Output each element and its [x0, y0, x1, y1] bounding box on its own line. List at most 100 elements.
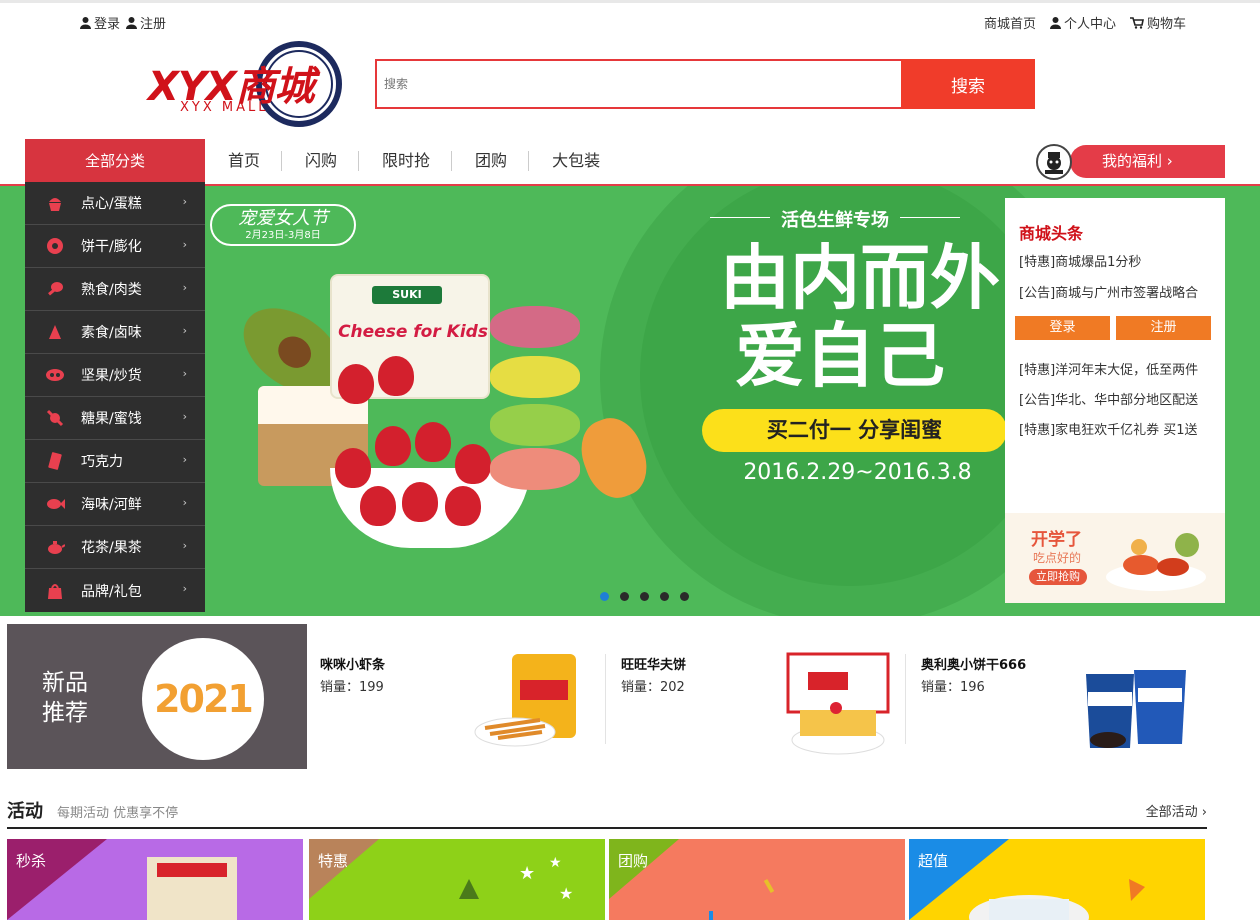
category-item[interactable]: 花茶/果茶 › [25, 526, 205, 569]
news-item[interactable]: [特惠]洋河年末大促，低至两件 [1019, 359, 1215, 378]
banner-title-line1: 由内而外 [720, 237, 1000, 319]
carousel-dot-5[interactable] [680, 592, 689, 601]
banner-promo: 买二付一 分享闺蜜 [702, 409, 1007, 452]
user-icon [80, 16, 91, 29]
category-label: 素食/卤味 [81, 325, 142, 341]
tile-label: 超值 [918, 852, 949, 870]
svg-text:★: ★ [559, 884, 573, 903]
tile-corner-shape [909, 839, 1145, 920]
carousel-dot-2[interactable] [620, 592, 629, 601]
category-item[interactable]: 品牌/礼包 › [25, 569, 205, 612]
festival-badge: 宠爱女人节 2月23日-3月8日 [210, 204, 356, 246]
shrimp-snack-image [474, 654, 576, 747]
news-item[interactable]: [特惠]家电狂欢千亿礼券 买1送 [1019, 419, 1215, 438]
all-activities-link[interactable]: 全部活动 › [1146, 801, 1207, 820]
all-categories-button[interactable]: 全部分类 [25, 139, 205, 186]
category-item[interactable]: 巧克力 › [25, 440, 205, 483]
chevron-right-icon: › [182, 195, 187, 208]
welfare-label: 我的福利 › [1070, 145, 1225, 178]
oreo-cups-image [1086, 670, 1186, 748]
chevron-right-icon: › [182, 453, 187, 466]
my-welfare-button[interactable]: 我的福利 › [1036, 144, 1225, 180]
tile-corner-shape [7, 839, 237, 920]
news-register-button[interactable]: 注册 [1116, 316, 1211, 340]
nav-flash-sale[interactable]: 闪购 [282, 151, 360, 171]
candy-icon [45, 408, 65, 428]
mall-home-link[interactable]: 商城首页 [984, 13, 1036, 32]
login-label: 登录 [94, 17, 121, 32]
ad-title: 开学了 [1031, 530, 1082, 550]
site-logo[interactable]: XYX商城 XYX MALL [146, 40, 346, 130]
category-item[interactable]: 点心/蛋糕 › [25, 182, 205, 225]
tile-corner-shape [609, 839, 775, 920]
register-link[interactable]: 注册 [126, 13, 166, 32]
activity-tile-super-value[interactable]: 超值 [909, 839, 1205, 920]
category-item[interactable]: 坚果/炒货 › [25, 354, 205, 397]
tile-label: 团购 [618, 852, 649, 870]
new-year-number: 2021 [154, 677, 254, 721]
banner-title-line2: 爱自己 [735, 315, 945, 397]
cart-link[interactable]: 购物车 [1129, 13, 1186, 32]
category-item[interactable]: 饼干/膨化 › [25, 225, 205, 268]
category-label: 品牌/礼包 [81, 583, 142, 600]
nav-home[interactable]: 首页 [205, 151, 283, 171]
chevron-right-icon: › [182, 281, 187, 294]
carousel-dot-4[interactable] [660, 592, 669, 601]
activity-tile-flash-sale[interactable]: 秒杀 [7, 839, 303, 920]
account-links: 登录 注册 [80, 13, 166, 32]
product-card[interactable]: 咪咪小虾条 销量：199 [320, 654, 610, 747]
nav-group-buy[interactable]: 团购 [452, 151, 530, 171]
news-item[interactable]: [公告]华北、华中部分地区配送 [1019, 389, 1215, 408]
top-bar: 登录 注册 商城首页 个人中心 购物车 [0, 0, 1260, 40]
activity-tile-special-offer[interactable]: ★ ★ ★ 特惠 [309, 839, 605, 920]
teapot-icon [45, 537, 65, 557]
product-name: 旺旺华夫饼 [621, 658, 687, 673]
main-nav-bar: 全部分类 首页 闪购 限时抢 团购 大包装 我的福利 › [0, 139, 1260, 186]
fish-icon [45, 494, 65, 514]
gift-bag-icon [45, 581, 65, 601]
chevron-right-icon: › [182, 238, 187, 251]
category-item[interactable]: 糖果/蜜饯 › [25, 397, 205, 440]
news-item[interactable]: [特惠]商城爆品1分秒 [1019, 251, 1215, 270]
chocolate-icon [45, 451, 65, 471]
banner-subtitle: 活色生鲜专场 [710, 206, 960, 232]
login-link[interactable]: 登录 [80, 13, 120, 32]
product-name: 奥利奥小饼干666 [921, 658, 1027, 673]
user-icon [126, 16, 138, 29]
product-sales: 销量：199 [320, 680, 384, 695]
tile-label: 特惠 [318, 852, 349, 870]
new-products-banner[interactable]: 新品 推荐 2021 [7, 624, 307, 769]
category-item[interactable]: 熟食/肉类 › [25, 268, 205, 311]
category-item[interactable]: 素食/卤味 › [25, 311, 205, 354]
logo-subtext: XYX MALL [180, 100, 269, 115]
ad-buy-button[interactable]: 立即抢购 [1029, 569, 1087, 585]
cart-icon [1129, 16, 1144, 29]
nav-limited-time[interactable]: 限时抢 [359, 151, 453, 171]
search-button[interactable]: 搜索 [901, 59, 1035, 109]
activity-tile-group-buy[interactable]: 团购 [609, 839, 905, 920]
category-item[interactable]: 海味/河鲜 › [25, 483, 205, 526]
search-input[interactable] [375, 59, 903, 109]
activities-header: 活动 每期活动 优惠享不停 全部活动 › [7, 797, 1207, 829]
carousel-dots [600, 592, 689, 601]
news-title: 商城头条 [1019, 224, 1084, 243]
profile-label: 个人中心 [1063, 17, 1116, 32]
school-season-ad[interactable]: 开学了 吃点好的 立即抢购 [1005, 513, 1225, 603]
news-item[interactable]: [公告]商城与广州市签署战略合 [1019, 282, 1215, 301]
seafood-platter-icon [1106, 533, 1206, 591]
chevron-right-icon: › [182, 410, 187, 423]
product-card[interactable]: 奥利奥小饼干666 销量：196 [905, 654, 1195, 748]
chevron-right-icon: › [182, 539, 187, 552]
carousel-dot-1[interactable] [600, 592, 609, 601]
mall-news-panel: 商城头条 [特惠]商城爆品1分秒 [公告]商城与广州市签署战略合 登录 注册 [… [1005, 198, 1225, 603]
carousel-dot-3[interactable] [640, 592, 649, 601]
product-name: 咪咪小虾条 [320, 658, 386, 673]
product-sales: 销量：202 [621, 680, 685, 695]
register-label: 注册 [140, 17, 167, 32]
product-card[interactable]: 旺旺华夫饼 销量：202 [605, 652, 895, 755]
profile-link[interactable]: 个人中心 [1049, 13, 1116, 32]
new-products-label: 新品 推荐 [42, 668, 88, 728]
vegetable-icon [45, 322, 65, 342]
news-login-button[interactable]: 登录 [1015, 316, 1110, 340]
nav-bulk-pack[interactable]: 大包装 [529, 151, 621, 171]
